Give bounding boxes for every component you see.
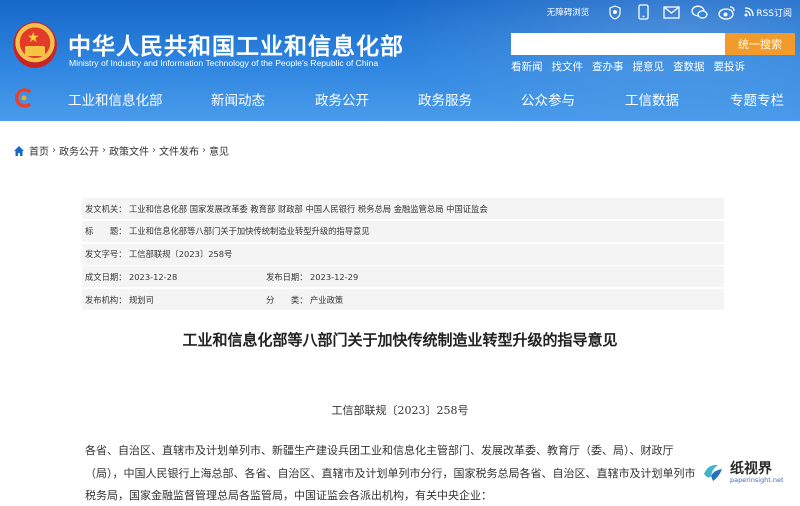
breadcrumb: 首页 › 政务公开 › 政策文件 › 文件发布 › 意见 [13,143,229,158]
watermark-text: 纸视界 paperinsight.net [730,460,784,485]
breadcrumb-current[interactable]: 意见 [209,143,229,158]
breadcrumb-home[interactable]: 首页 [29,143,49,158]
info-row-issuer: 发文机关： 工业和信息化部 国家发展改革委 教育部 财政部 中国人民银行 税务总… [82,198,724,219]
breadcrumb-separator: › [102,145,106,156]
weibo-icon[interactable] [718,3,736,21]
breadcrumb-separator: › [202,145,206,156]
body-line: 税务局，国家金融监督管理总局各监管局，中国证监会各派出机构，有关中央企业： [85,489,492,502]
published-date-value: 2023-12-29 [310,271,359,282]
title-label: 标 题： [85,226,127,237]
article-body: 各省、自治区、直辖市及计划单列市、新疆生产建设兵团工业和信息化主管部门、发展改革… [85,440,725,506]
quick-link-complaint[interactable]: 要投诉 [714,59,746,74]
rss-icon [744,7,754,17]
document-info-table: 发文机关： 工业和信息化部 国家发展改革委 教育部 财政部 中国人民银行 税务总… [82,198,724,312]
quick-link-data[interactable]: 查数据 [673,59,705,74]
category-label: 分 类： [266,294,308,305]
weibo-badge-icon[interactable] [606,3,624,21]
created-date-label: 成文日期： [85,271,127,282]
breadcrumb-separator: › [52,145,56,156]
org-label: 发布机构： [85,294,127,305]
info-row-title: 标 题： 工业和信息化部等八部门关于加快传统制造业转型升级的指导意见 [82,220,724,242]
barrier-free-link[interactable]: 无障碍浏览 [547,6,590,18]
category-value: 产业政策 [310,294,344,305]
info-row-dates: 成文日期： 2023-12-28 发布日期： 2023-12-29 [82,266,724,288]
published-date-label: 发布日期： [266,271,308,282]
watermark-name: 纸视界 [730,460,772,477]
org-value: 规划司 [129,294,154,305]
site-subtitle: Ministry of Industry and Information Tec… [69,58,379,68]
nav-item-ministry[interactable]: 工业和信息化部 [68,89,163,109]
quick-link-files[interactable]: 找文件 [552,59,584,74]
breadcrumb-separator: › [152,145,156,156]
title-value: 工业和信息化部等八部门关于加快传统制造业转型升级的指导意见 [129,226,370,237]
nav-item-gov-services[interactable]: 政务服务 [418,89,472,109]
site-title[interactable]: 中华人民共和国工业和信息化部 [68,27,404,61]
search-input[interactable] [511,34,725,57]
home-icon[interactable] [13,145,25,157]
breadcrumb-gov-affairs[interactable]: 政务公开 [59,143,99,158]
issuer-label: 发文机关： [85,203,127,214]
nav-item-data[interactable]: 工信数据 [625,89,679,109]
created-date-value: 2023-12-28 [129,271,178,282]
home-logo-icon[interactable] [13,87,35,109]
unified-search-button[interactable]: 统一搜索 [725,33,795,55]
info-row-doc-number: 发文字号： 工信部联规〔2023〕258号 [82,243,724,265]
article-doc-number: 工信部联规〔2023〕258号 [331,404,469,417]
search-box [511,33,725,57]
watermark-logo: 纸视界 paperinsight.net [700,452,792,494]
quick-link-feedback[interactable]: 提意见 [633,59,665,74]
nav-item-news[interactable]: 新闻动态 [211,89,265,109]
main-nav: 工业和信息化部 新闻动态 政务公开 政务服务 公众参与 工信数据 专题专栏 [0,83,800,115]
quick-link-services[interactable]: 查办事 [592,59,624,74]
rss-link[interactable]: RSS订阅 [744,6,792,19]
issuer-value: 工业和信息化部 国家发展改革委 教育部 财政部 中国人民银行 税务总局 金融监管… [129,203,488,214]
nav-item-special-topics[interactable]: 专题专栏 [730,89,784,109]
info-row-org: 发布机构： 规划司 分 类： 产业政策 [82,289,724,311]
article-title: 工业和信息化部等八部门关于加快传统制造业转型升级的指导意见 [182,331,618,349]
breadcrumb-policy-docs[interactable]: 政策文件 [109,143,149,158]
rss-label: RSS订阅 [756,8,792,19]
top-links: 无障碍浏览 RSS订阅 [547,2,792,22]
breadcrumb-doc-release[interactable]: 文件发布 [159,143,199,158]
doc-number-label: 发文字号： [85,249,127,260]
quick-links: 看新闻 找文件 查办事 提意见 查数据 要投诉 [511,59,754,74]
watermark-url: paperinsight.net [730,476,784,485]
wechat-icon[interactable] [690,3,708,21]
mobile-icon[interactable] [634,3,652,21]
body-line: 各省、自治区、直辖市及计划单列市、新疆生产建设兵团工业和信息化主管部门、发展改革… [85,444,674,457]
national-emblem-icon: ★ [13,22,57,68]
quick-link-news[interactable]: 看新闻 [511,59,543,74]
nav-item-gov-affairs[interactable]: 政务公开 [315,89,369,109]
nav-item-public-participation[interactable]: 公众参与 [521,89,575,109]
site-header: ★ 中华人民共和国工业和信息化部 Ministry of Industry an… [0,0,800,121]
mail-icon[interactable] [662,3,680,21]
body-line: （局），中国人民银行上海总部、各省、自治区、直辖市及计划单列市分行，国家税务总局… [85,466,696,480]
doc-number-value: 工信部联规〔2023〕258号 [129,249,233,260]
paperinsight-logo-icon [700,460,726,486]
